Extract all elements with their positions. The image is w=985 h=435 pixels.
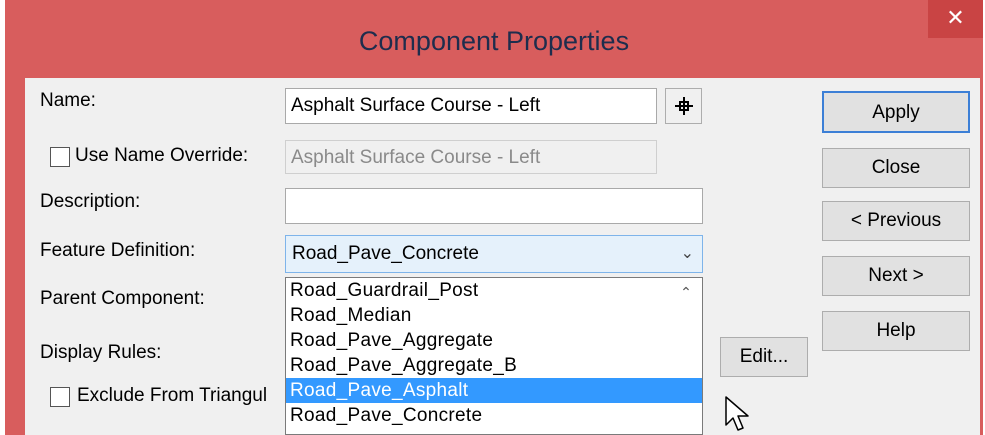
close-button[interactable]: Close: [822, 148, 970, 188]
dropdown-item[interactable]: Road_Pave_Concrete: [286, 403, 702, 428]
dropdown-item[interactable]: Road_Guardrail_Post: [286, 278, 702, 303]
close-window-button[interactable]: ✕: [928, 0, 983, 38]
name-label: Name:: [40, 90, 96, 111]
display-rules-label: Display Rules:: [40, 342, 162, 363]
name-field[interactable]: Asphalt Surface Course - Left: [285, 88, 657, 124]
use-name-override-checkbox[interactable]: [50, 147, 70, 167]
dropdown-item[interactable]: Road_Median: [286, 303, 702, 328]
dialog-title: Component Properties: [358, 26, 630, 56]
pick-button[interactable]: [665, 88, 702, 124]
apply-button[interactable]: Apply: [822, 91, 970, 133]
edit-button[interactable]: Edit...: [720, 337, 808, 377]
dropdown-item[interactable]: Road_Pave_Aggregate: [286, 328, 702, 353]
chevron-down-icon[interactable]: ⌄: [681, 236, 694, 272]
exclude-from-triangulation-checkbox[interactable]: [50, 387, 70, 407]
mouse-pointer-icon: [725, 396, 749, 431]
previous-button[interactable]: < Previous: [822, 201, 970, 241]
help-button[interactable]: Help: [822, 311, 970, 351]
dropdown-item[interactable]: Road_Pave_Aggregate_B: [286, 353, 702, 378]
use-name-override-label: Use Name Override:: [75, 145, 249, 166]
chevron-up-icon[interactable]: ⌃: [671, 278, 701, 303]
dropdown-item-highlighted[interactable]: Road_Pave_Asphalt: [286, 378, 702, 403]
crosshair-icon: [674, 96, 693, 115]
dialog-body: Name: Asphalt Surface Course - Left Use …: [25, 78, 980, 435]
description-field[interactable]: [285, 188, 703, 224]
feature-definition-value: Road_Pave_Concrete: [292, 243, 479, 264]
description-label: Description:: [40, 191, 141, 212]
parent-component-label: Parent Component:: [40, 288, 205, 309]
next-button[interactable]: Next >: [822, 256, 970, 296]
feature-definition-label: Feature Definition:: [40, 240, 196, 261]
dialog-window: Component Properties ✕ Name: Asphalt Sur…: [5, 0, 983, 435]
name-override-field: Asphalt Surface Course - Left: [285, 140, 657, 174]
exclude-from-triangulation-label: Exclude From Triangul: [77, 385, 268, 406]
feature-definition-dropdown-list[interactable]: Road_Guardrail_Post Road_Median Road_Pav…: [285, 277, 703, 435]
feature-definition-combobox[interactable]: Road_Pave_Concrete ⌄: [285, 235, 703, 273]
